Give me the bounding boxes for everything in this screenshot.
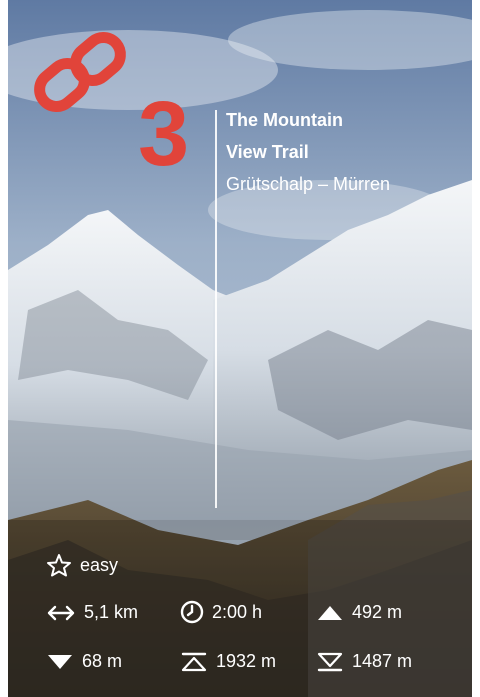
stat-distance: 5,1 km	[46, 602, 138, 623]
summit-icon	[181, 652, 207, 671]
stat-highest-point: 1932 m	[180, 651, 276, 672]
stat-duration: 2:00 h	[180, 600, 262, 624]
star-outline-icon	[47, 554, 71, 577]
trail-card: 3 The Mountain View Trail Grütschalp – M…	[8, 0, 472, 697]
stat-descent: 68 m	[46, 651, 122, 672]
trail-route: Grütschalp – Mürren	[226, 174, 391, 194]
distance-value: 5,1 km	[84, 602, 139, 622]
divider	[215, 110, 217, 508]
duration-value: 2:00 h	[212, 601, 263, 622]
link-icon[interactable]	[30, 28, 130, 118]
clock-icon	[180, 600, 204, 624]
difficulty-value: easy	[80, 554, 119, 575]
trail-title-line-1: The Mountain	[226, 110, 343, 130]
stat-lowest-point: 1487 m	[316, 651, 412, 672]
valley-icon	[317, 652, 343, 671]
trail-title-block: The Mountain View Trail Grütschalp – Mür…	[226, 104, 390, 200]
ascent-value: 492 m	[352, 602, 403, 622]
highest-point-value: 1932 m	[216, 651, 277, 671]
lowest-point-value: 1487 m	[352, 651, 413, 671]
triangle-down-icon	[48, 654, 72, 669]
trail-number: 3	[138, 83, 189, 185]
stat-difficulty: easy	[46, 553, 118, 577]
horizontal-arrow-icon	[47, 605, 75, 620]
trail-title-line-2: View Trail	[226, 142, 309, 162]
descent-value: 68 m	[82, 651, 123, 671]
triangle-up-icon	[318, 605, 342, 620]
stat-ascent: 492 m	[316, 602, 402, 623]
